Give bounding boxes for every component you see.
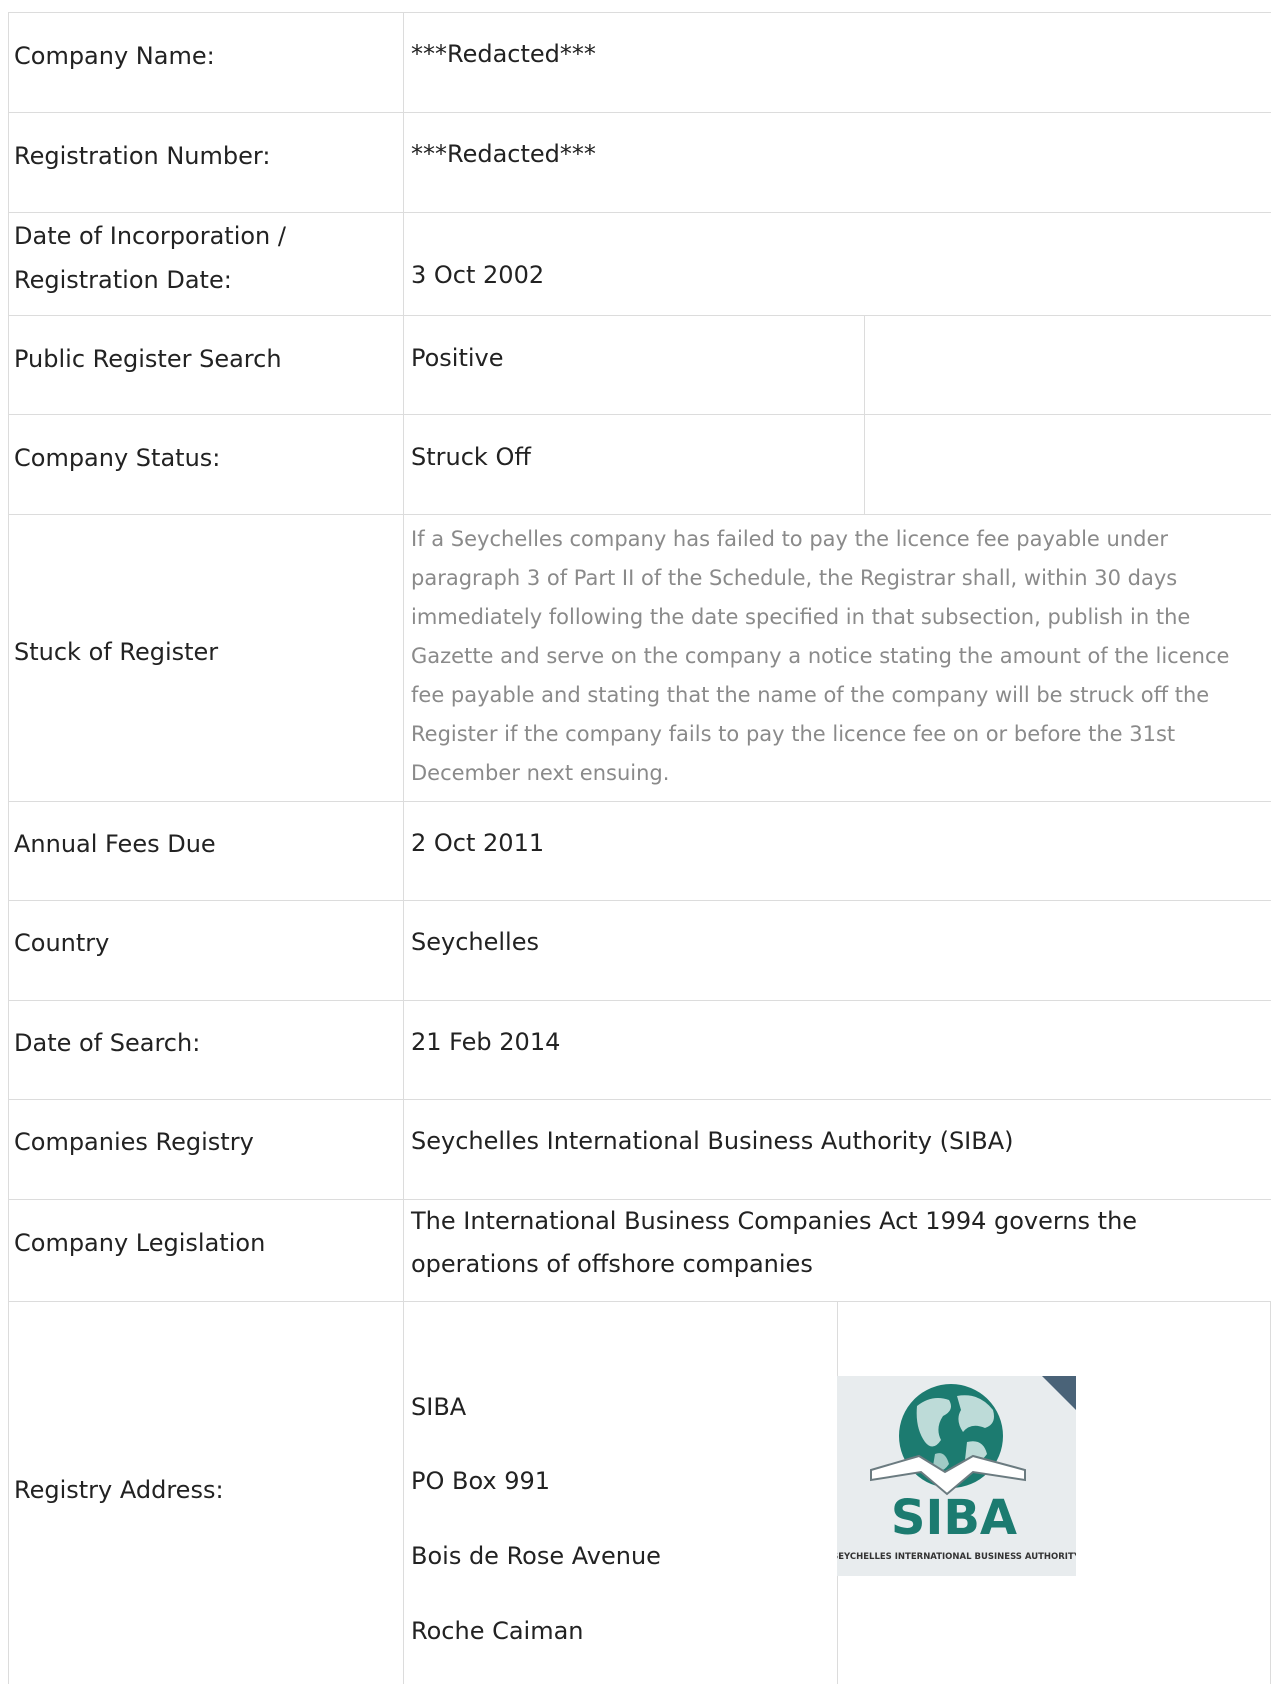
registry-address-line: SIBA — [411, 1393, 467, 1421]
company-legislation-label: Company Legislation — [14, 1229, 266, 1257]
row-divider — [8, 1099, 1271, 1100]
row-divider — [8, 801, 1271, 802]
description-line: paragraph 3 of Part II of the Schedule, … — [411, 566, 1178, 590]
registry-address-label: Registry Address: — [14, 1476, 224, 1504]
corner-fold-icon — [1042, 1376, 1076, 1410]
date-of-search-value: 21 Feb 2014 — [411, 1028, 561, 1056]
company-status-value: Struck Off — [411, 443, 531, 471]
description-line: fee payable and stating that the name of… — [411, 683, 1210, 707]
registry-address-line: PO Box 991 — [411, 1467, 551, 1495]
annual-fees-due-value: 2 Oct 2011 — [411, 829, 545, 857]
row-divider — [8, 1000, 1271, 1001]
country-label: Country — [14, 929, 110, 957]
row-divider — [8, 315, 1271, 316]
row-divider — [8, 514, 1271, 515]
public-register-search-label: Public Register Search — [14, 345, 282, 373]
company-status-label: Company Status: — [14, 444, 221, 472]
table-border-top — [8, 12, 1271, 13]
description-line: immediately following the date specified… — [411, 605, 1191, 629]
registry-address-line: Bois de Rose Avenue — [411, 1542, 661, 1570]
legislation-line: The International Business Companies Act… — [411, 1207, 1138, 1235]
description-line: Gazette and serve on the company a notic… — [411, 644, 1230, 668]
logo-wordmark: SIBA — [891, 1490, 1017, 1546]
country-value: Seychelles — [411, 928, 539, 956]
companies-registry-label: Companies Registry — [14, 1128, 254, 1156]
row-divider — [8, 900, 1271, 901]
column-divider-sub — [864, 315, 865, 514]
description-line: December next ensuing. — [411, 761, 670, 785]
annual-fees-due-label: Annual Fees Due — [14, 830, 216, 858]
company-name-label: Company Name: — [14, 42, 215, 70]
siba-logo: SIBA SEYCHELLES INTERNATIONAL BUSINESS A… — [837, 1376, 1076, 1576]
row-divider — [8, 1301, 1271, 1302]
companies-registry-value: Seychelles International Business Author… — [411, 1127, 1014, 1155]
legislation-line: operations of offshore companies — [411, 1250, 813, 1278]
public-register-search-value: Positive — [411, 344, 504, 372]
company-legislation-value: The International Business Companies Act… — [411, 1200, 1137, 1286]
incorporation-label-line2: Registration Date: — [14, 266, 232, 294]
incorporation-label-line1: Date of Incorporation / — [14, 222, 286, 250]
company-name-value: ***Redacted*** — [411, 40, 596, 68]
logo-tagline: SEYCHELLES INTERNATIONAL BUSINESS AUTHOR… — [837, 1552, 1076, 1562]
row-divider — [8, 212, 1271, 213]
description-line: If a Seychelles company has failed to pa… — [411, 527, 1169, 551]
incorporation-date-value: 3 Oct 2002 — [411, 261, 545, 289]
registry-address-line: Roche Caiman — [411, 1617, 584, 1645]
column-divider — [403, 12, 404, 1684]
struck-of-register-label: Stuck of Register — [14, 638, 219, 666]
siba-logo-graphic: SIBA SEYCHELLES INTERNATIONAL BUSINESS A… — [837, 1376, 1076, 1562]
row-divider — [8, 112, 1271, 113]
registration-number-value: ***Redacted*** — [411, 140, 596, 168]
table-border-left — [8, 12, 9, 1684]
registration-number-label: Registration Number: — [14, 142, 271, 170]
struck-of-register-description: If a Seychelles company has failed to pa… — [411, 520, 1256, 793]
row-divider — [8, 414, 1271, 415]
description-line: Register if the company fails to pay the… — [411, 722, 1176, 746]
date-of-search-label: Date of Search: — [14, 1029, 201, 1057]
